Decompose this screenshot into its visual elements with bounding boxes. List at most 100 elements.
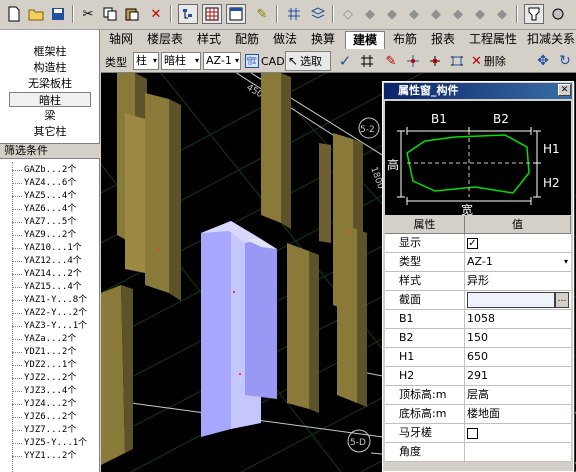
node-icon[interactable] — [425, 51, 445, 71]
view7-icon[interactable]: ◆ — [470, 4, 490, 24]
property-window[interactable]: 属性窗_构件 ✕ B1 B2 H1 H2 高 宽 属性 值 显示 ✓ 类型 AZ… — [382, 81, 574, 472]
pen-icon[interactable]: ✎ — [381, 51, 401, 71]
table-icon[interactable] — [202, 4, 222, 24]
layer-icon[interactable] — [178, 4, 198, 24]
category-hidden-column[interactable]: 暗柱 — [9, 92, 91, 107]
filter-item[interactable]: YAZ14...2个 — [12, 268, 82, 280]
subtype-dropdown[interactable]: 暗柱 ▾ — [161, 52, 201, 70]
filter-item[interactable]: YAZ12...4个 — [12, 255, 82, 267]
filter-item[interactable]: YAZa...2个 — [12, 333, 76, 345]
filter-item[interactable]: YDZ2...1个 — [12, 359, 76, 371]
target-icon[interactable] — [403, 51, 423, 71]
property-value[interactable]: 291 — [465, 367, 571, 385]
tab-method[interactable]: 做法 — [267, 31, 303, 49]
rotate-icon[interactable]: ↻ — [555, 51, 575, 71]
move-icon[interactable]: ✥ — [533, 51, 553, 71]
filter-item[interactable]: YAZ3-Y...1个 — [12, 320, 87, 332]
view1-icon[interactable]: ◇ — [338, 4, 358, 24]
tab-modeling[interactable]: 建模 — [345, 31, 385, 49]
property-row-bottom-elevation[interactable]: 底标高:m 楼地面 — [385, 405, 571, 424]
property-row-display[interactable]: 显示 ✓ — [385, 234, 571, 253]
tab-floor-table[interactable]: 楼层表 — [141, 31, 189, 49]
new-file-icon[interactable] — [4, 4, 24, 24]
property-value[interactable]: 层高 — [465, 386, 571, 404]
magic-icon[interactable]: ✎ — [252, 4, 272, 24]
tab-project-properties[interactable]: 工程属性 — [463, 31, 523, 49]
toothed-joint-checkbox[interactable] — [467, 427, 478, 439]
view5-icon[interactable]: ◆ — [426, 4, 446, 24]
view4-icon[interactable]: ◆ — [404, 4, 424, 24]
paste-icon[interactable] — [122, 4, 142, 24]
filter-item[interactable]: YAZ9...2个 — [12, 229, 76, 241]
selected-column[interactable] — [201, 221, 277, 437]
property-row-toothed-joint[interactable]: 马牙槎 — [385, 424, 571, 443]
view8-icon[interactable]: ◆ — [492, 4, 512, 24]
property-value[interactable]: 650 — [465, 348, 571, 366]
filter-icon[interactable] — [524, 4, 544, 24]
filter-item[interactable]: YJZ2...2个 — [12, 372, 76, 384]
property-row-style[interactable]: 样式 异形 — [385, 272, 571, 291]
open-folder-icon[interactable] — [26, 4, 46, 24]
property-row-b2[interactable]: B2 150 — [385, 329, 571, 348]
filter-item[interactable]: YYZ1...2个 — [12, 450, 76, 462]
select-button[interactable]: ↖ 选取 — [285, 51, 331, 71]
property-row-h1[interactable]: H1 650 — [385, 348, 571, 367]
tab-rebar-layout[interactable]: 布筋 — [387, 31, 423, 49]
type-dropdown[interactable]: 柱 ▾ — [133, 52, 159, 70]
property-row-h2[interactable]: H2 291 — [385, 367, 571, 386]
filter-item[interactable]: YJZ7...2个 — [12, 424, 76, 436]
rebar-icon[interactable] — [357, 51, 377, 71]
delete-icon[interactable]: ✕ — [146, 4, 166, 24]
grid-icon[interactable] — [284, 4, 304, 24]
copy-icon[interactable] — [100, 4, 120, 24]
property-row-top-elevation[interactable]: 顶标高:m 层高 — [385, 386, 571, 405]
filter-item[interactable]: YAZ7...5个 — [12, 216, 76, 228]
property-value[interactable]: 150 — [465, 329, 571, 347]
property-row-section[interactable]: 截面 … — [385, 291, 571, 310]
property-value[interactable]: 楼地面 — [465, 405, 571, 423]
property-value[interactable]: 1058 — [465, 310, 571, 328]
view3-icon[interactable]: ◆ — [382, 4, 402, 24]
filter-item[interactable]: YAZ5...4个 — [12, 190, 76, 202]
property-row-type[interactable]: 类型 AZ-1 ▾ — [385, 253, 571, 272]
filter-item[interactable]: YAZ6...4个 — [12, 203, 76, 215]
component-dropdown[interactable]: AZ-1 ▾ — [203, 52, 241, 70]
tab-deduction[interactable]: 扣减关系 — [525, 31, 576, 49]
category-beam[interactable]: 梁 — [0, 108, 100, 123]
display-checkbox[interactable]: ✓ — [467, 237, 478, 249]
cut-icon[interactable]: ✂ — [78, 4, 98, 24]
close-icon[interactable]: ✕ — [558, 84, 571, 96]
check-icon[interactable]: ✓ — [335, 51, 355, 71]
property-row-angle[interactable]: 角度 — [385, 443, 571, 462]
property-window-title[interactable]: 属性窗_构件 — [384, 83, 572, 99]
filter-item[interactable]: GAZb...2个 — [12, 164, 76, 176]
filter-item[interactable]: YAZ4...6个 — [12, 177, 76, 189]
filter-item[interactable]: YDZ1...2个 — [12, 346, 76, 358]
tab-style[interactable]: 样式 — [191, 31, 227, 49]
chevron-down-icon[interactable]: ▾ — [564, 253, 568, 271]
save-icon[interactable] — [48, 4, 68, 24]
properties-icon[interactable] — [226, 4, 246, 24]
filter-item[interactable]: YAZ15...4个 — [12, 281, 82, 293]
filter-item[interactable]: YAZ2-Y...2个 — [12, 307, 87, 319]
category-frame-column[interactable]: 框架柱 — [0, 44, 100, 59]
snap-icon[interactable] — [447, 51, 467, 71]
tab-conversion[interactable]: 换算 — [305, 31, 341, 49]
tab-axis-grid[interactable]: 轴网 — [103, 31, 139, 49]
property-row-b1[interactable]: B1 1058 — [385, 310, 571, 329]
view6-icon[interactable]: ◆ — [448, 4, 468, 24]
delete-button[interactable]: ✕ 删除 — [471, 53, 506, 69]
view2-icon[interactable]: ◆ — [360, 4, 380, 24]
filter-item[interactable]: YAZ10...1个 — [12, 242, 82, 254]
section-input[interactable] — [467, 292, 555, 308]
filter-item[interactable]: YAZ1-Y...8个 — [12, 294, 87, 306]
category-other-column[interactable]: 其它柱 — [0, 124, 100, 139]
filter-item[interactable]: YJZ3...4个 — [12, 385, 76, 397]
filter-item[interactable]: YJZ5-Y...1个 — [12, 437, 87, 449]
tab-reinforcement[interactable]: 配筋 — [229, 31, 265, 49]
cad-button[interactable]: 🏗 CAD — [245, 52, 285, 70]
category-structural-column[interactable]: 构造柱 — [0, 60, 100, 75]
stack-icon[interactable] — [308, 4, 328, 24]
tab-report[interactable]: 报表 — [425, 31, 461, 49]
category-beamless-slab-column[interactable]: 无梁板柱 — [0, 76, 100, 91]
